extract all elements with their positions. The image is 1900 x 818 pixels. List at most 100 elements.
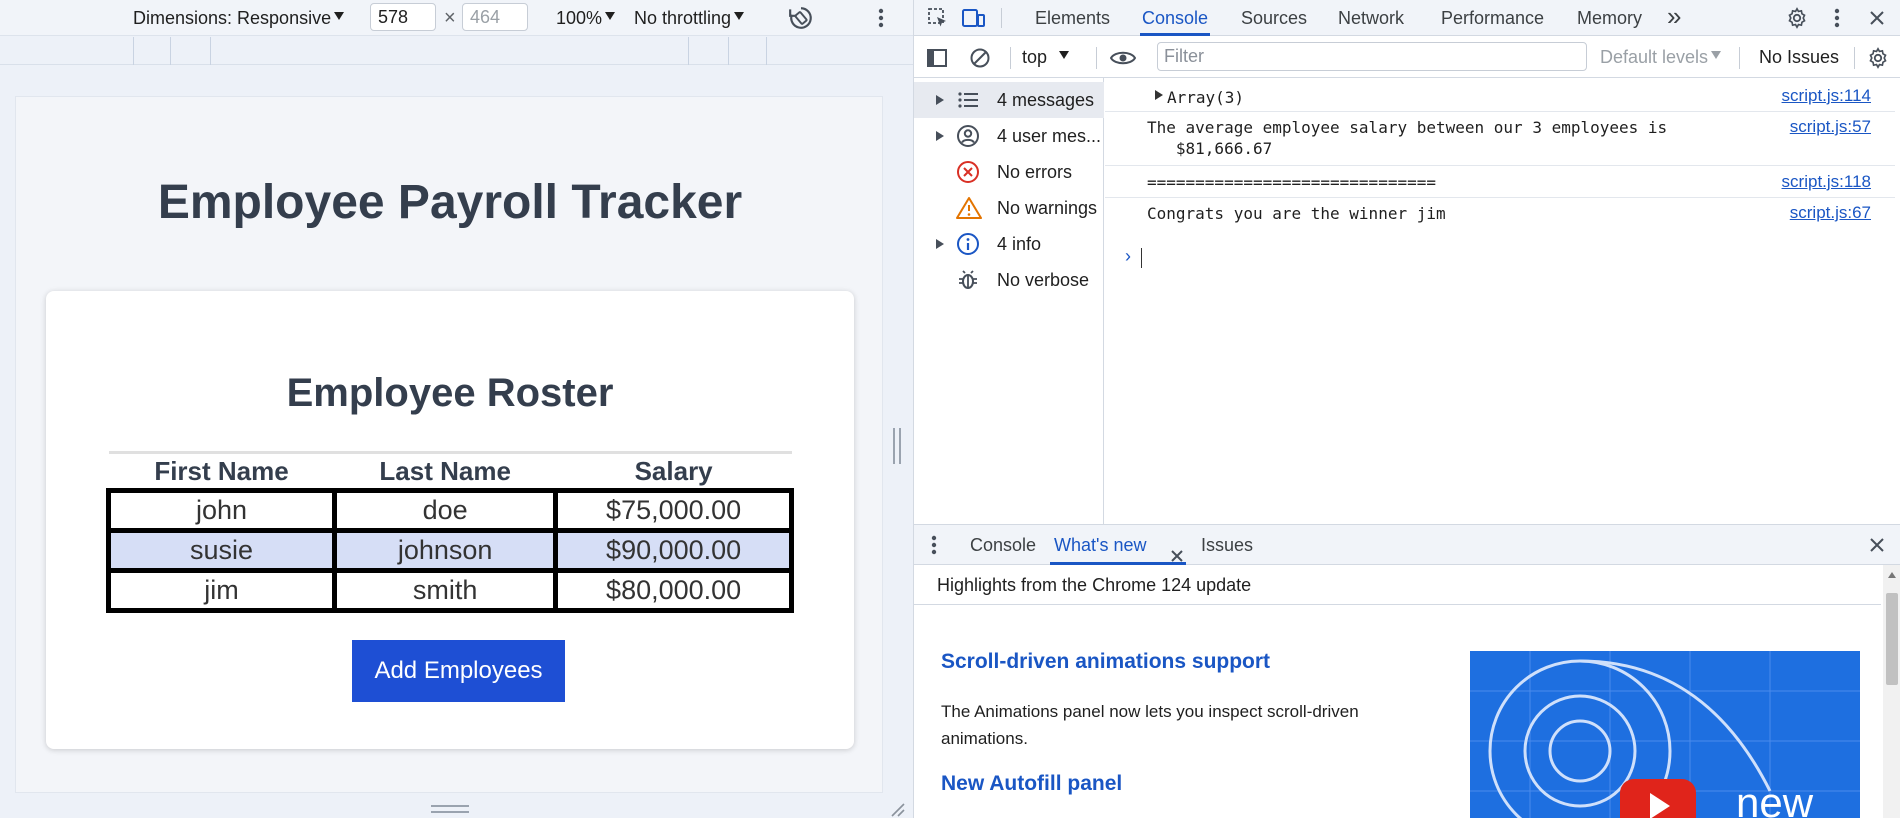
device-toolbar-toggle-icon[interactable] bbox=[960, 5, 988, 31]
column-header-first-name: First Name bbox=[154, 455, 289, 486]
close-icon[interactable] bbox=[1864, 5, 1890, 31]
drawer-menu-icon[interactable] bbox=[924, 534, 944, 556]
expand-arrow-icon[interactable] bbox=[936, 131, 944, 141]
drawer-tab-issues[interactable]: Issues bbox=[1201, 525, 1253, 565]
feature-description: The Animations panel now lets you inspec… bbox=[941, 702, 1359, 748]
width-input[interactable]: 578 bbox=[370, 3, 436, 31]
resize-corner-icon[interactable] bbox=[888, 800, 906, 818]
zoom-label: 100% bbox=[556, 8, 603, 28]
zoom-dropdown[interactable]: 100% bbox=[556, 7, 616, 29]
console-settings-gear-icon[interactable] bbox=[1864, 45, 1892, 71]
context-label: top bbox=[1022, 47, 1048, 67]
last-name-cell: doe bbox=[332, 488, 559, 533]
console-message: Array(3) script.js:114 bbox=[1105, 82, 1895, 112]
tab-performance[interactable]: Performance bbox=[1441, 0, 1544, 36]
last-name-cell: johnson bbox=[332, 528, 559, 573]
user-icon bbox=[956, 124, 980, 148]
drawer-tab-whats-new[interactable]: What's new bbox=[1050, 525, 1186, 565]
feature-link-scroll-animations[interactable]: Scroll-driven animations support bbox=[941, 650, 1270, 674]
roster-table: First Name Last Name Salary john doe $75… bbox=[105, 451, 794, 613]
more-options-icon[interactable] bbox=[1826, 5, 1848, 31]
context-dropdown[interactable]: top bbox=[1022, 37, 1070, 78]
roster-title: Employee Roster bbox=[286, 371, 614, 415]
sidebar-item-verbose[interactable]: No verbose bbox=[914, 262, 1104, 298]
divider bbox=[1096, 47, 1097, 69]
eye-icon[interactable] bbox=[1108, 45, 1138, 71]
expand-arrow-icon[interactable] bbox=[1155, 90, 1163, 100]
table-header-row: First Name Last Name Salary bbox=[108, 452, 792, 491]
console-sidebar: 4 messages 4 user mes... No errors No wa… bbox=[914, 78, 1104, 524]
console-toolbar: top Filter Default levels No Issues bbox=[914, 37, 1900, 78]
log-levels-label: Default levels bbox=[1600, 47, 1709, 67]
add-employees-button[interactable]: Add Employees bbox=[352, 640, 565, 702]
divider bbox=[1854, 47, 1855, 69]
filter-input[interactable]: Filter bbox=[1157, 42, 1587, 71]
settings-gear-icon[interactable] bbox=[1783, 5, 1811, 31]
table-row: jim smith $80,000.00 bbox=[105, 568, 794, 613]
inspect-element-icon[interactable] bbox=[924, 5, 952, 31]
more-options-icon[interactable] bbox=[868, 3, 894, 33]
message-text[interactable]: Array(3) bbox=[1167, 87, 1244, 108]
prompt-chevron-icon: › bbox=[1125, 246, 1131, 266]
chevron-down-icon bbox=[734, 12, 745, 21]
salary-cell: $80,000.00 bbox=[553, 568, 794, 613]
scroll-up-arrow-icon[interactable] bbox=[1888, 572, 1896, 578]
dimensions-label: Dimensions: Responsive bbox=[133, 8, 332, 28]
tab-console[interactable]: Console bbox=[1140, 0, 1211, 36]
source-link[interactable]: script.js:67 bbox=[1790, 203, 1871, 223]
more-tabs-icon[interactable]: » bbox=[1667, 0, 1681, 34]
ruler-tick bbox=[688, 37, 689, 65]
sidebar-item-messages[interactable]: 4 messages bbox=[914, 82, 1104, 118]
sidebar-item-label: No warnings bbox=[997, 198, 1098, 218]
expand-arrow-icon[interactable] bbox=[936, 95, 944, 105]
message-text: Congrats you are the winner jim bbox=[1147, 204, 1446, 223]
promo-text: new bbox=[1736, 779, 1814, 818]
height-input[interactable]: 464 bbox=[462, 3, 528, 31]
feature-link-autofill-panel[interactable]: New Autofill panel bbox=[941, 772, 1122, 796]
column-header-last-name: Last Name bbox=[379, 455, 511, 486]
column-header-salary: Salary bbox=[634, 455, 713, 486]
expand-arrow-icon[interactable] bbox=[936, 239, 944, 249]
sidebar-toggle-icon[interactable] bbox=[924, 45, 950, 71]
scrollbar-thumb[interactable] bbox=[1886, 593, 1898, 685]
drawer-tab-console[interactable]: Console bbox=[970, 525, 1036, 565]
device-emulation-pane: Dimensions: Responsive 578 × 464 100% No… bbox=[0, 0, 913, 818]
close-drawer-icon[interactable] bbox=[1866, 534, 1888, 556]
sidebar-item-warnings[interactable]: No warnings bbox=[914, 190, 1104, 226]
console-input[interactable] bbox=[1141, 248, 1142, 268]
device-toolbar: Dimensions: Responsive 578 × 464 100% No… bbox=[0, 0, 913, 36]
sidebar-item-label: 4 messages bbox=[997, 90, 1095, 110]
error-icon bbox=[956, 160, 980, 184]
sidebar-item-errors[interactable]: No errors bbox=[914, 154, 1104, 190]
tab-memory[interactable]: Memory bbox=[1577, 0, 1642, 36]
drawer-scrollbar[interactable] bbox=[1883, 565, 1900, 818]
issues-counter[interactable]: No Issues bbox=[1759, 37, 1839, 78]
source-link[interactable]: script.js:57 bbox=[1790, 117, 1871, 137]
viewport-resize-handle-right[interactable] bbox=[893, 428, 901, 464]
sidebar-item-info[interactable]: 4 info bbox=[914, 226, 1104, 262]
sidebar-item-label: 4 info bbox=[997, 234, 1042, 254]
promo-video-thumbnail[interactable]: new bbox=[1470, 651, 1860, 818]
sidebar-item-user-messages[interactable]: 4 user mes... bbox=[914, 118, 1104, 154]
first-name-cell: john bbox=[105, 488, 338, 533]
viewport-resize-handle-bottom[interactable] bbox=[431, 805, 469, 813]
highlights-header: Highlights from the Chrome 124 update bbox=[914, 565, 1881, 605]
chevron-down-icon bbox=[605, 12, 616, 21]
ruler-tick bbox=[766, 37, 767, 65]
rotate-icon[interactable] bbox=[786, 3, 816, 33]
console-messages: Array(3) script.js:114 The average emplo… bbox=[1105, 78, 1900, 524]
tab-network[interactable]: Network bbox=[1338, 0, 1404, 36]
roster-card: Employee Roster First Name Last Name Sal… bbox=[46, 291, 854, 749]
source-link[interactable]: script.js:114 bbox=[1782, 86, 1871, 106]
log-levels-dropdown[interactable]: Default levels bbox=[1600, 37, 1722, 78]
source-link[interactable]: script.js:118 bbox=[1782, 172, 1871, 192]
tab-elements[interactable]: Elements bbox=[1035, 0, 1110, 36]
dimensions-dropdown[interactable]: Dimensions: Responsive bbox=[133, 7, 345, 29]
clear-console-icon[interactable] bbox=[967, 45, 993, 71]
divider bbox=[1010, 47, 1011, 69]
throttling-dropdown[interactable]: No throttling bbox=[634, 7, 745, 29]
emulated-viewport: Employee Payroll Tracker Employee Roster… bbox=[15, 96, 883, 793]
tab-sources[interactable]: Sources bbox=[1241, 0, 1307, 36]
media-query-ruler bbox=[0, 37, 913, 65]
drawer-tab-label: What's new bbox=[1054, 535, 1147, 555]
